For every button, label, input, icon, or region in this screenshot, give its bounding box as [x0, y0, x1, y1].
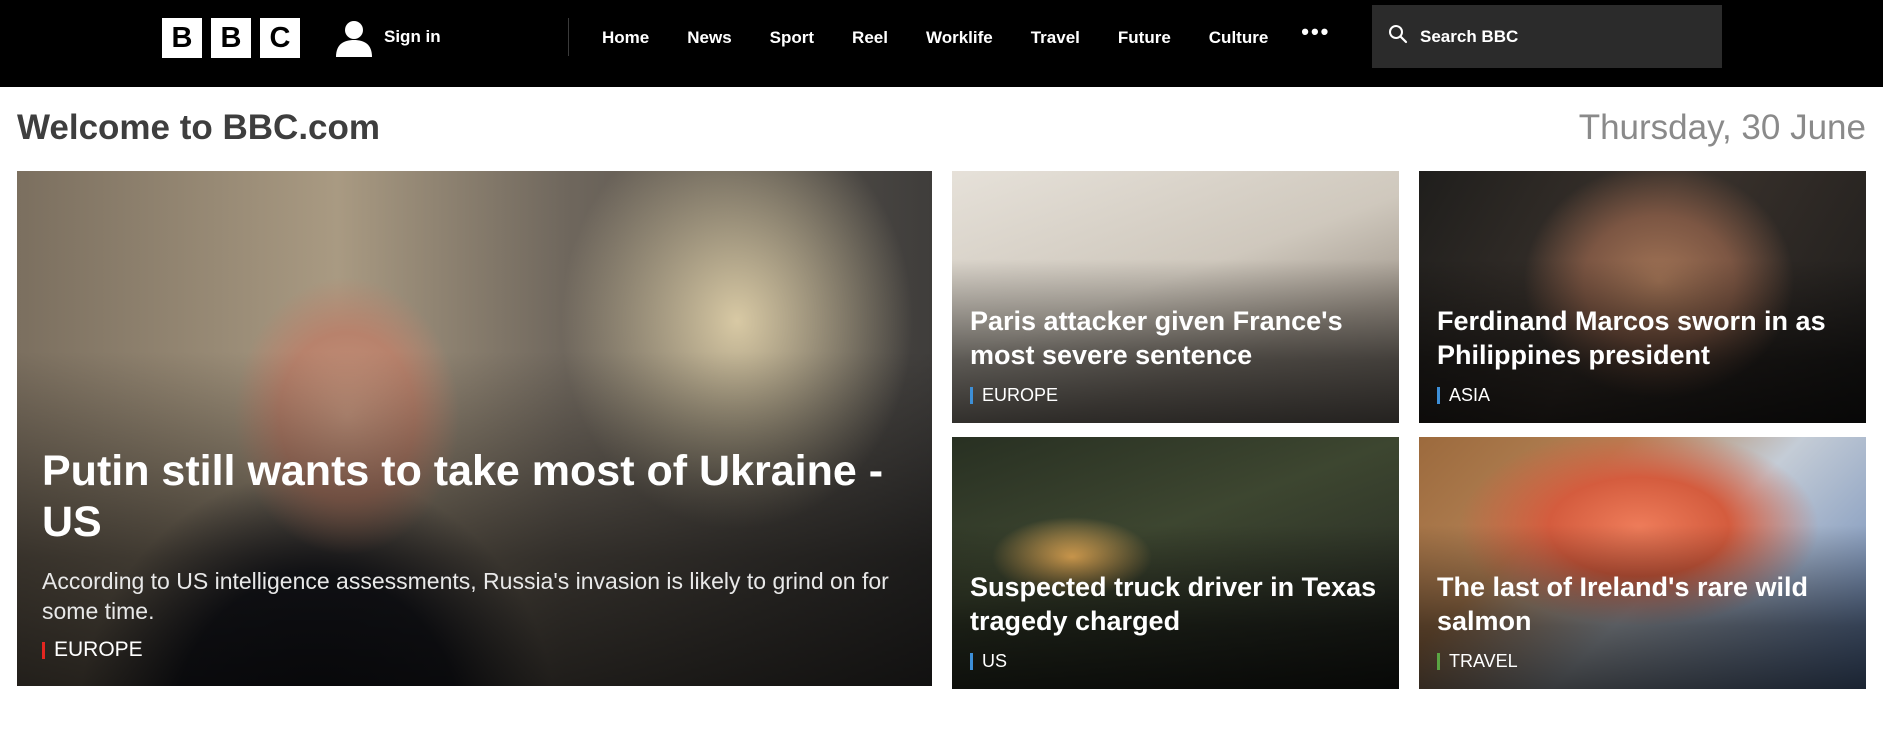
nav-item-home[interactable]: Home [583, 28, 668, 48]
tag-color-bar [1437, 653, 1440, 670]
story-tag[interactable]: TRAVEL [1437, 651, 1846, 672]
story-tag[interactable]: US [970, 651, 1379, 672]
nav-item-future[interactable]: Future [1099, 28, 1190, 48]
tag-color-bar [1437, 387, 1440, 404]
nav-divider [568, 18, 569, 56]
bbc-logo-letter: B [211, 18, 251, 58]
tag-label: EUROPE [54, 638, 143, 661]
lead-story-headline[interactable]: Putin still wants to take most of Ukrain… [42, 446, 898, 548]
tag-color-bar [42, 641, 45, 659]
user-icon [334, 17, 374, 57]
tag-label: US [982, 651, 1008, 671]
page-title: Welcome to BBC.com [17, 108, 381, 147]
tag-color-bar [970, 653, 973, 670]
lead-story-card[interactable]: Putin still wants to take most of Ukrain… [17, 171, 932, 686]
story-card[interactable]: Paris attacker given France's most sever… [952, 171, 1399, 423]
sign-in-label: Sign in [384, 27, 441, 46]
story-tag[interactable]: EUROPE [970, 385, 1379, 406]
bbc-logo-letter: B [162, 18, 202, 58]
nav-item-sport[interactable]: Sport [751, 28, 833, 48]
bbc-logo[interactable]: B B C [162, 18, 300, 58]
sign-in-button[interactable]: Sign in [334, 17, 441, 57]
tag-color-bar [970, 387, 973, 404]
story-text: Suspected truck driver in Texas tragedy … [952, 570, 1399, 689]
story-text: Paris attacker given France's most sever… [952, 304, 1399, 423]
nav-item-news[interactable]: News [668, 28, 750, 48]
lead-story-text: Putin still wants to take most of Ukrain… [17, 446, 932, 686]
story-text: The last of Ireland's rare wild salmon T… [1419, 570, 1866, 689]
top-navigation-bar: B B C Sign in Home News Sport Reel Workl… [0, 0, 1883, 87]
nav-item-reel[interactable]: Reel [833, 28, 907, 48]
story-card[interactable]: Ferdinand Marcos sworn in as Philippines… [1419, 171, 1866, 423]
search-box[interactable] [1372, 5, 1722, 68]
lead-story-tag[interactable]: EUROPE [42, 638, 898, 662]
more-menu-button[interactable]: ••• [1287, 21, 1344, 43]
story-card[interactable]: Suspected truck driver in Texas tragedy … [952, 437, 1399, 689]
nav-item-travel[interactable]: Travel [1012, 28, 1099, 48]
story-tag[interactable]: ASIA [1437, 385, 1846, 406]
nav-item-worklife[interactable]: Worklife [907, 28, 1012, 48]
story-headline[interactable]: Suspected truck driver in Texas tragedy … [970, 570, 1379, 638]
current-date: Thursday, 30 June [1578, 108, 1866, 147]
story-headline[interactable]: Paris attacker given France's most sever… [970, 304, 1379, 372]
tag-label: EUROPE [982, 385, 1059, 405]
tag-label: ASIA [1449, 385, 1491, 405]
story-text: Ferdinand Marcos sworn in as Philippines… [1419, 304, 1866, 423]
tag-label: TRAVEL [1449, 651, 1518, 671]
story-headline[interactable]: The last of Ireland's rare wild salmon [1437, 570, 1846, 638]
nav-item-culture[interactable]: Culture [1190, 28, 1288, 48]
search-icon [1388, 24, 1408, 49]
story-headline[interactable]: Ferdinand Marcos sworn in as Philippines… [1437, 304, 1846, 372]
story-card[interactable]: The last of Ireland's rare wild salmon T… [1419, 437, 1866, 689]
lead-story-summary: According to US intelligence assessments… [42, 568, 889, 624]
main-nav: Home News Sport Reel Worklife Travel Fut… [583, 0, 1344, 76]
bbc-logo-letter: C [260, 18, 300, 58]
search-input[interactable] [1420, 26, 1700, 47]
